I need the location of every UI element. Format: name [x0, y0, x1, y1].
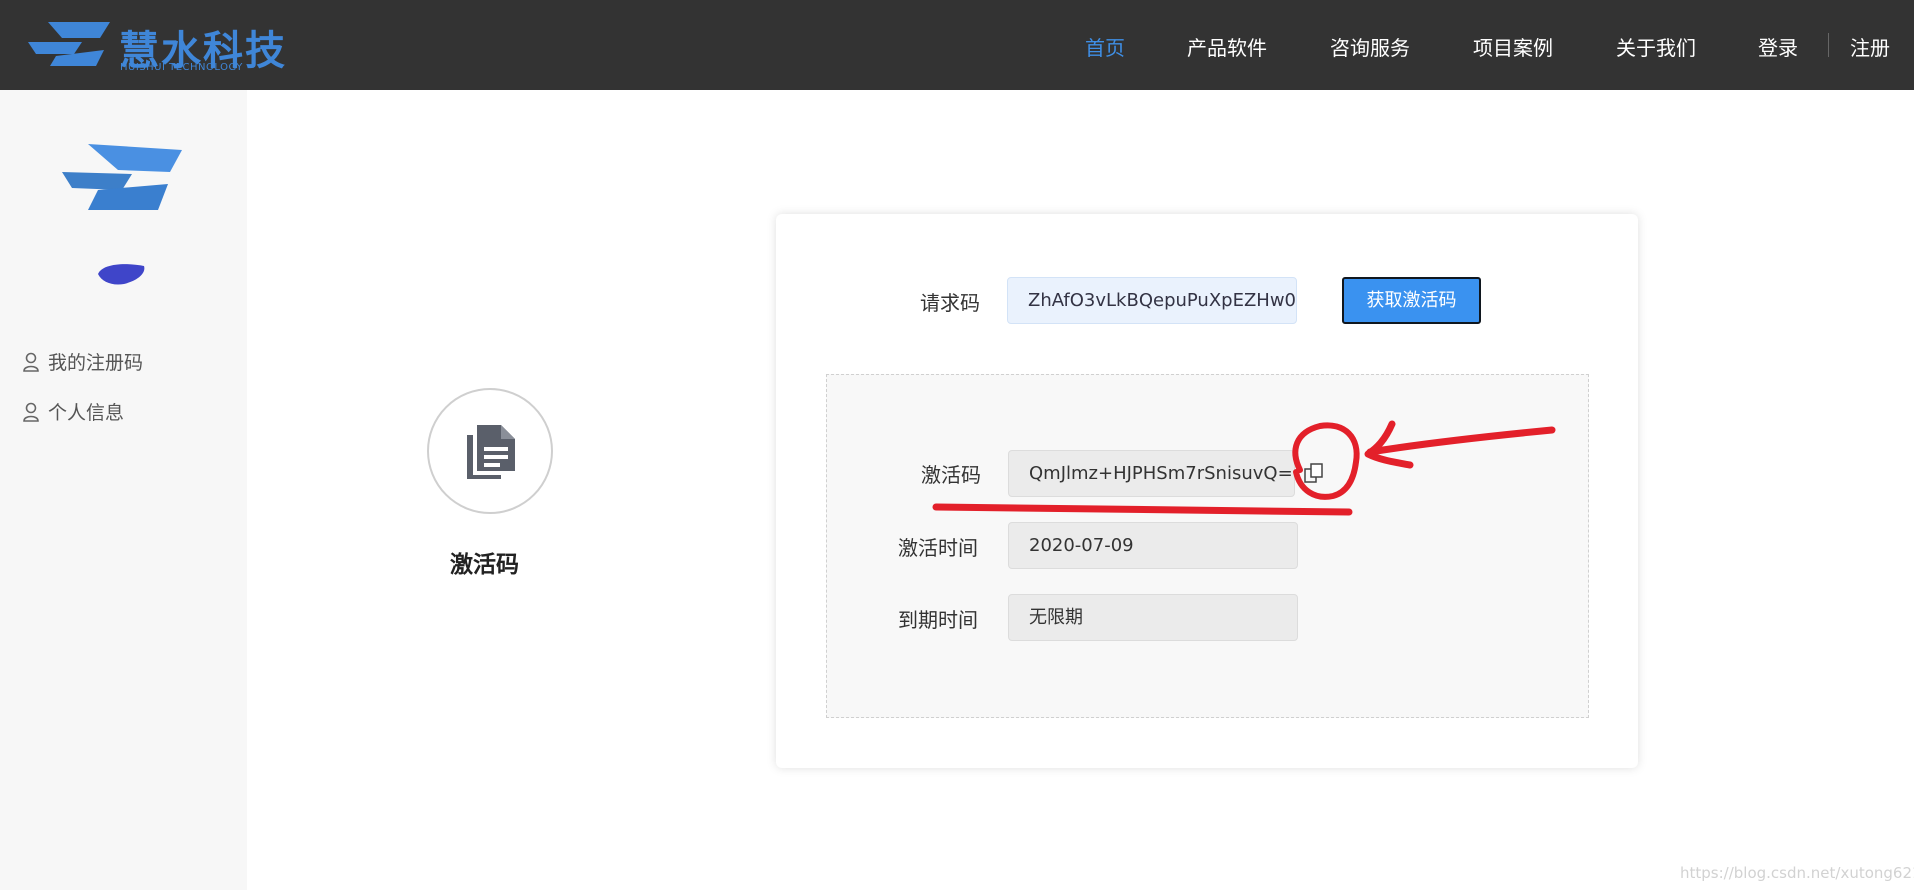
sidebar-logo-icon	[62, 144, 182, 210]
nav-about[interactable]: 关于我们	[1616, 32, 1696, 61]
expire-time-field: 无限期	[1008, 594, 1298, 641]
request-code-label: 请求码	[920, 291, 980, 315]
sidebar-item-label: 个人信息	[48, 402, 125, 424]
user-icon	[23, 352, 39, 372]
sidebar-item-registration-codes[interactable]: 我的注册码	[22, 348, 143, 375]
nav-home[interactable]: 首页	[1085, 32, 1125, 61]
activation-time-label: 激活时间	[898, 536, 978, 560]
sidebar-item-label: 我的注册码	[48, 352, 144, 374]
request-code-field[interactable]: ZhAfO3vLkBQepuPuXpEZHw0	[1007, 277, 1297, 324]
activation-panel: 请求码 ZhAfO3vLkBQepuPuXpEZHw0 获取激活码 激活码 Qm…	[776, 214, 1638, 768]
sidebar-item-profile[interactable]: 个人信息	[22, 398, 124, 425]
nav-divider	[1828, 33, 1829, 57]
nav-login[interactable]: 登录	[1758, 32, 1798, 61]
brand-subtitle: HUISHUI TECHNOLOGY	[120, 62, 243, 73]
copy-icon[interactable]	[1303, 462, 1325, 484]
document-icon	[467, 425, 515, 479]
nav-cases[interactable]: 项目案例	[1473, 32, 1553, 61]
user-icon	[23, 402, 39, 422]
activation-code-label: 激活码	[921, 463, 981, 487]
avatar	[98, 264, 145, 285]
activation-code-section-icon	[427, 388, 553, 514]
activation-time-field: 2020-07-09	[1008, 522, 1298, 569]
nav-register[interactable]: 注册	[1850, 32, 1890, 61]
brand-mark-icon	[28, 22, 110, 66]
activation-code-field[interactable]: QmJlmz+HJPHSm7rSnisuvQ=	[1008, 450, 1295, 497]
top-navbar: 慧水科技 HUISHUI TECHNOLOGY 首页 产品软件 咨询服务 项目案…	[0, 0, 1914, 90]
brand-logo[interactable]: 慧水科技 HUISHUI TECHNOLOGY	[26, 16, 285, 74]
sidebar: 我的注册码 个人信息	[0, 90, 247, 890]
section-title: 激活码	[450, 552, 519, 578]
get-activation-code-button[interactable]: 获取激活码	[1342, 277, 1481, 324]
nav-consulting[interactable]: 咨询服务	[1330, 32, 1410, 61]
watermark: https://blog.csdn.net/xutong6211	[1680, 864, 1914, 882]
nav-products[interactable]: 产品软件	[1187, 32, 1267, 61]
expire-time-label: 到期时间	[898, 608, 978, 632]
